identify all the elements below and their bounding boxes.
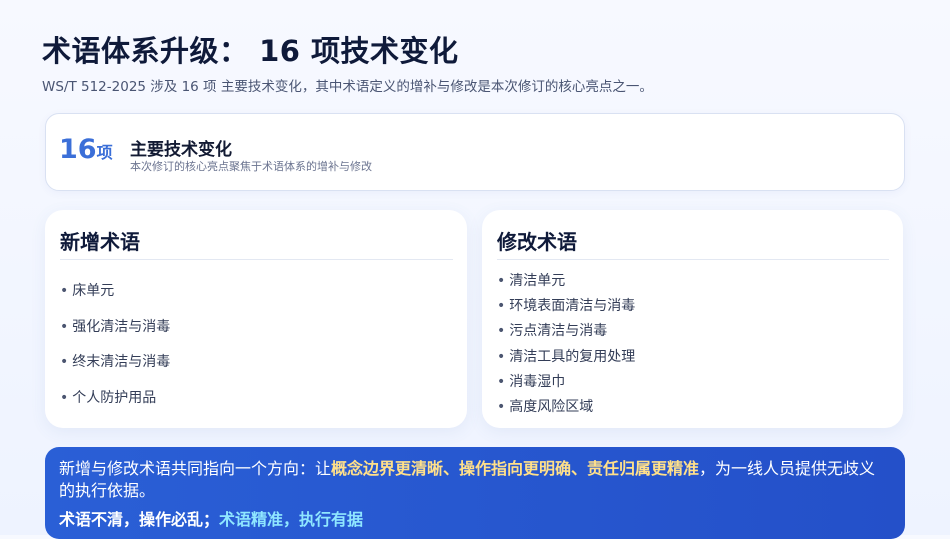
bullet-icon: • [497,348,506,365]
change-count-number: 16 [59,134,97,165]
list-item: • 个人防护用品 [60,387,170,423]
bullet-icon: • [60,318,69,335]
list-item-label: 个人防护用品 [72,389,157,406]
bullet-icon: • [60,283,69,299]
bullet-icon: • [60,389,69,406]
new-terms-list: • 床单元 • 强化清洁与消毒 • 终末清洁与消毒 • 个人防护用品 [60,280,170,422]
slogan-part-a: 术语不清，操作必乱； [59,510,220,529]
banner-prefix: 新增与修改术语共同指向一个方向：让 [59,459,332,478]
list-item: • 强化清洁与消毒 [60,316,170,352]
modified-terms-list: • 清洁单元 • 环境表面清洁与消毒 • 污点清洁与消毒 • 清洁工具的复用处理 • 消毒… [497,270,635,421]
list-item: • 环境表面清洁与消毒 [497,295,635,320]
page-subtitle: WS/T 512-2025 涉及 16 项 主要技术变化，其中术语定义的增补与修… [42,79,653,95]
change-count: 16项 [59,134,113,165]
bullet-icon: • [60,354,69,370]
list-item-label: 消毒湿巾 [509,373,566,390]
change-count-unit: 项 [96,143,113,162]
list-item: • 污点清洁与消毒 [497,320,635,345]
divider [497,259,889,260]
divider [60,259,453,260]
new-terms-title: 新增术语 [60,230,140,254]
list-item: • 终末清洁与消毒 [60,351,170,387]
list-item: • 清洁工具的复用处理 [497,346,635,371]
list-item-label: 床单元 [72,283,115,299]
list-item: • 高度风险区域 [497,396,635,421]
banner-slogan: 术语不清，操作必乱；术语精准，执行有据 [59,506,363,530]
summary-description: 本次修订的核心亮点聚焦于术语体系的增补与修改 [130,160,372,173]
list-item-label: 污点清洁与消毒 [509,323,608,340]
bullet-icon: • [497,398,506,415]
bullet-icon: • [497,373,506,390]
summary-heading: 主要技术变化 [130,140,232,160]
list-item-label: 终末清洁与消毒 [72,354,171,370]
banner-text: 新增与修改术语共同指向一个方向：让概念边界更清晰、操作指向更明确、责任归属更精准… [59,458,889,502]
bullet-icon: • [497,298,506,315]
slogan-part-b: 术语精准，执行有据 [219,510,364,529]
page-title: 术语体系升级： 16 项技术变化 [42,34,459,68]
list-item-label: 清洁工具的复用处理 [509,348,636,365]
list-item-label: 环境表面清洁与消毒 [509,298,636,315]
bullet-icon: • [497,323,506,340]
new-terms-card: 新增术语 • 床单元 • 强化清洁与消毒 • 终末清洁与消毒 • 个人防护用品 [45,210,467,428]
conclusion-banner: 新增与修改术语共同指向一个方向：让概念边界更清晰、操作指向更明确、责任归属更精准… [45,447,905,539]
bullet-icon: • [497,273,506,289]
summary-card: 16项 主要技术变化 本次修订的核心亮点聚焦于术语体系的增补与修改 [45,113,905,191]
list-item-label: 清洁单元 [509,273,566,289]
list-item: • 清洁单元 [497,270,635,295]
list-item: • 床单元 [60,280,170,316]
list-item-label: 高度风险区域 [509,398,594,415]
modified-terms-title: 修改术语 [497,230,577,254]
list-item-label: 强化清洁与消毒 [72,318,171,335]
banner-highlight: 概念边界更清晰、操作指向更明确、责任归属更精准 [331,459,700,478]
modified-terms-card: 修改术语 • 清洁单元 • 环境表面清洁与消毒 • 污点清洁与消毒 • 清洁工具的复用处… [482,210,903,428]
list-item: • 消毒湿巾 [497,371,635,396]
